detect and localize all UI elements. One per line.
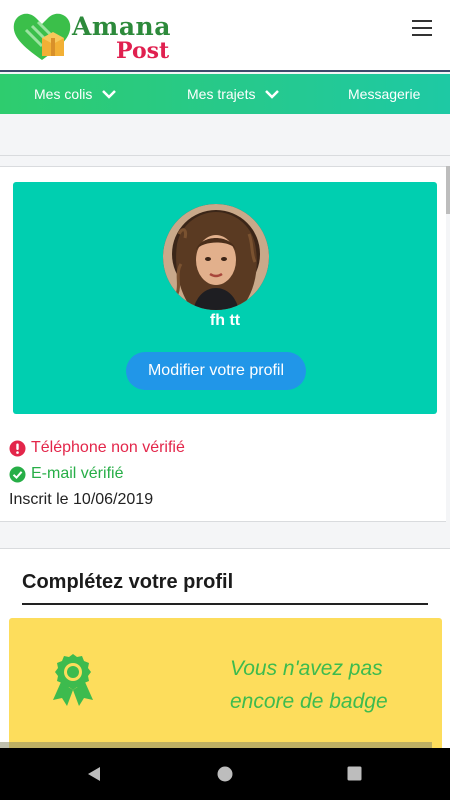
hamburger-icon [412, 20, 432, 22]
heart-hands-logo-icon [13, 13, 71, 61]
spacer-band [0, 114, 450, 156]
section-divider [22, 603, 428, 605]
award-ribbon-icon [53, 654, 93, 706]
amana-post-logo[interactable]: Amana Post [12, 8, 182, 66]
nav-item-messagerie[interactable]: Messagerie [348, 74, 420, 114]
phone-status: Téléphone non vérifié [9, 439, 185, 457]
email-status-text: E-mail vérifié [31, 465, 124, 482]
hamburger-menu-button[interactable] [412, 20, 432, 36]
edit-profile-button[interactable]: Modifier votre profil [126, 352, 306, 390]
page-scrollbar[interactable] [446, 166, 450, 214]
profile-section: fh tt Modifier votre profil Téléphone no… [0, 166, 446, 522]
app-screen: Amana Post Mes colis Mes trajets Message… [0, 0, 450, 800]
badge-card: Vous n'avez pas encore de badge [9, 618, 442, 758]
nav-item-label: Mes colis [34, 86, 93, 102]
back-triangle-icon[interactable] [86, 766, 102, 782]
profile-card: fh tt Modifier votre profil [13, 182, 437, 414]
app-header: Amana Post [0, 0, 450, 72]
registration-date: Inscrit le 10/06/2019 [9, 491, 154, 508]
nav-item-label: Messagerie [348, 86, 421, 102]
exclamation-circle-icon [9, 440, 26, 456]
phone-status-text: Téléphone non vérifié [31, 439, 185, 456]
avatar-photo-icon [163, 204, 269, 310]
system-navigation-bar [0, 748, 450, 800]
chevron-down-icon [265, 89, 280, 99]
logo-text-post: Post [116, 38, 170, 64]
home-circle-icon[interactable] [217, 766, 233, 782]
logo-text-amana: Amana [72, 12, 171, 41]
profile-name: fh tt [209, 312, 241, 329]
complete-profile-section: Complétez votre profil Vous n'avez pas e… [0, 548, 450, 758]
nav-item-mes-trajets[interactable]: Mes trajets [187, 74, 280, 114]
recents-square-icon[interactable] [347, 766, 362, 781]
nav-item-mes-colis[interactable]: Mes colis [34, 74, 117, 114]
no-badge-message: Vous n'avez pas encore de badge [230, 657, 388, 713]
section-title: Complétez votre profil [22, 571, 234, 593]
check-circle-icon [9, 466, 26, 482]
email-status: E-mail vérifié [9, 465, 123, 483]
main-navigation: Mes colis Mes trajets Messagerie [0, 74, 450, 114]
avatar[interactable] [163, 204, 269, 310]
chevron-down-icon [102, 89, 117, 99]
nav-item-label: Mes trajets [187, 86, 256, 102]
